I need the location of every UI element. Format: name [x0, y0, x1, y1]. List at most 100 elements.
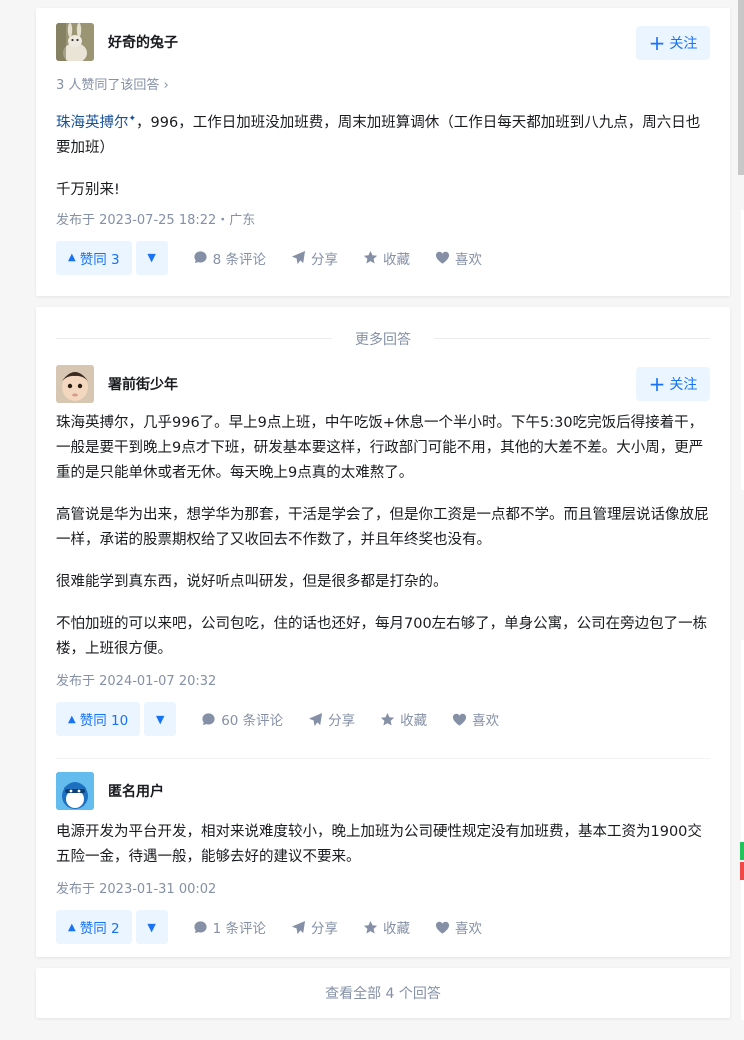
share-label: 分享	[310, 251, 338, 268]
like-button[interactable]: 喜欢	[435, 248, 482, 268]
sparkle-icon: ✦	[128, 114, 137, 124]
star-icon	[363, 251, 378, 264]
author-name[interactable]: 匿名用户	[108, 781, 164, 801]
like-button[interactable]: 喜欢	[452, 709, 499, 729]
sidebar-edge-red	[740, 862, 744, 880]
share-button[interactable]: 分享	[308, 709, 355, 729]
action-bar: ▲ 赞同 3 ▼ 8 条评论 分享 收藏 喜欢	[56, 240, 710, 275]
share-label: 分享	[328, 713, 356, 729]
follow-button[interactable]: + 关注	[636, 26, 710, 60]
comment-count: 8 条评论	[212, 251, 266, 268]
like-label: 喜欢	[472, 713, 500, 729]
answer-content: 珠海英搏尔✦，996，工作日加班没加班费，周末加班算调休（工作日每天都加班到八九…	[56, 107, 710, 203]
follow-label: 关注	[669, 377, 698, 393]
author-name[interactable]: 好奇的兔子	[108, 32, 178, 52]
content-paragraph: 不怕加班的可以来吧，公司包吃，住的话也还好，每月700左右够了，单身公寓，公司在…	[56, 616, 708, 657]
company-link[interactable]: 珠海英搏尔✦	[56, 114, 137, 131]
heart-icon	[435, 921, 450, 934]
answer-item: 署前街少年 + 关注 珠海英搏尔，几乎996了。早上9点上班，中午吃饭+休息一个…	[36, 365, 730, 736]
comment-button[interactable]: 60 条评论	[201, 709, 283, 729]
rabbit-avatar-image	[56, 23, 94, 61]
upvote-button[interactable]: ▲ 赞同 3	[56, 240, 132, 275]
share-button[interactable]: 分享	[291, 248, 338, 268]
comment-count: 60 条评论	[221, 713, 284, 729]
triangle-down-icon: ▼	[147, 920, 156, 934]
answer-separator	[56, 758, 710, 759]
collect-label: 收藏	[382, 251, 410, 268]
publish-time[interactable]: 发布于 2023-01-31 00:02	[56, 878, 710, 897]
triangle-down-icon: ▼	[147, 251, 156, 265]
divider-line	[56, 338, 332, 339]
anonymous-avatar-icon	[56, 772, 94, 810]
content-paragraph: 珠海英搏尔✦，996，工作日加班没加班费，周末加班算调休（工作日每天都加班到八九…	[56, 107, 710, 161]
downvote-button[interactable]: ▼	[135, 240, 168, 275]
author-row: 署前街少年 + 关注	[56, 365, 710, 403]
child-avatar-image	[56, 365, 94, 403]
triangle-up-icon: ▲	[68, 713, 76, 725]
divider-line	[434, 338, 710, 339]
triangle-up-icon: ▲	[68, 252, 76, 264]
author-row: 匿名用户	[56, 772, 710, 810]
comment-button[interactable]: 8 条评论	[193, 248, 266, 268]
collect-label: 收藏	[400, 713, 428, 729]
answer-item: 匿名用户 电源开发为平台开发，相对来说难度较小，晚上加班为公司硬性规定没有加班费…	[36, 772, 730, 944]
content-paragraph: 千万别来!	[56, 181, 120, 198]
heart-icon	[435, 252, 450, 264]
action-bar: ▲ 赞同 2 ▼ 1 条评论 分享 收藏 喜欢	[56, 910, 710, 944]
comment-icon	[202, 712, 215, 725]
like-label: 喜欢	[454, 921, 482, 937]
answer-item: 好奇的兔子 + 关注 3 人赞同了该回答 › 珠海英搏尔✦，996，工作日加班没…	[36, 8, 730, 275]
comment-count: 1 条评论	[212, 921, 266, 937]
upvote-button[interactable]: ▲ 赞同 2	[56, 910, 132, 944]
content-paragraph: 很难能学到真东西，说好听点叫研发，但是很多都是打杂的。	[56, 574, 448, 590]
like-label: 喜欢	[454, 251, 482, 268]
content-paragraph: 珠海英搏尔，几乎996了。早上9点上班，中午吃饭+休息一个半小时。下午5:30吃…	[56, 415, 704, 481]
collect-button[interactable]: 收藏	[380, 709, 427, 729]
comment-icon	[194, 920, 207, 933]
downvote-button[interactable]: ▼	[144, 702, 177, 736]
upvote-label: 赞同 2	[79, 921, 120, 937]
share-icon	[309, 712, 323, 726]
author-row: 好奇的兔子 + 关注	[56, 23, 710, 61]
content-paragraph: 电源开发为平台开发，相对来说难度较小，晚上加班为公司硬性规定没有加班费，基本工资…	[56, 824, 702, 865]
publish-time[interactable]: 发布于 2023-07-25 18:22・广东	[56, 209, 710, 228]
like-button[interactable]: 喜欢	[435, 917, 482, 937]
upvote-label: 赞同 10	[79, 713, 129, 729]
heart-icon	[453, 713, 467, 726]
more-answers-divider: 更多回答	[36, 329, 730, 349]
more-answers-card: 更多回答 署前街少年 + 关注 珠海英搏尔，几乎996了。早上9点上班，中午吃饭…	[36, 307, 730, 957]
share-label: 分享	[310, 921, 338, 937]
avatar[interactable]	[56, 365, 94, 403]
view-all-answers-button[interactable]: 查看全部 4 个回答	[36, 968, 730, 1018]
content-text: ，996，工作日加班没加班费，周末加班算调休（工作日每天都加班到八九点，周六日也…	[56, 114, 701, 156]
downvote-button[interactable]: ▼	[135, 910, 168, 944]
voters-link[interactable]: 3 人赞同了该回答 ›	[56, 74, 710, 93]
top-answer-card: 好奇的兔子 + 关注 3 人赞同了该回答 › 珠海英搏尔✦，996，工作日加班没…	[36, 8, 730, 296]
comment-icon	[194, 251, 207, 264]
avatar[interactable]	[56, 772, 94, 810]
share-button[interactable]: 分享	[291, 917, 338, 937]
answer-content: 珠海英搏尔，几乎996了。早上9点上班，中午吃饭+休息一个半小时。下午5:30吃…	[56, 411, 710, 662]
follow-button[interactable]: + 关注	[636, 367, 710, 401]
publish-time[interactable]: 发布于 2024-01-07 20:32	[56, 670, 710, 689]
sidebar-edge-green	[740, 842, 744, 860]
triangle-down-icon: ▼	[155, 712, 165, 726]
comment-button[interactable]: 1 条评论	[193, 917, 266, 937]
upvote-button[interactable]: ▲ 赞同 10	[56, 702, 141, 736]
collect-label: 收藏	[382, 921, 410, 937]
star-icon	[363, 920, 378, 933]
plus-icon: +	[648, 31, 666, 55]
answer-content: 电源开发为平台开发，相对来说难度较小，晚上加班为公司硬性规定没有加班费，基本工资…	[56, 820, 710, 870]
author-name[interactable]: 署前街少年	[108, 374, 178, 394]
avatar[interactable]	[56, 23, 94, 61]
company-link-text: 珠海英搏尔	[56, 114, 129, 131]
scrollbar-thumb[interactable]	[738, 0, 744, 175]
collect-button[interactable]: 收藏	[363, 248, 410, 268]
action-bar: ▲ 赞同 10 ▼ 60 条评论 分享 收藏 喜欢	[56, 702, 710, 736]
upvote-label: 赞同 3	[79, 251, 120, 268]
star-icon	[381, 712, 395, 725]
share-icon	[291, 251, 306, 265]
content-paragraph: 高管说是华为出来，想学华为那套，干活是学会了，但是你工资是一点都不学。而且管理层…	[56, 507, 709, 548]
more-answers-title: 更多回答	[343, 329, 423, 349]
collect-button[interactable]: 收藏	[363, 917, 410, 937]
